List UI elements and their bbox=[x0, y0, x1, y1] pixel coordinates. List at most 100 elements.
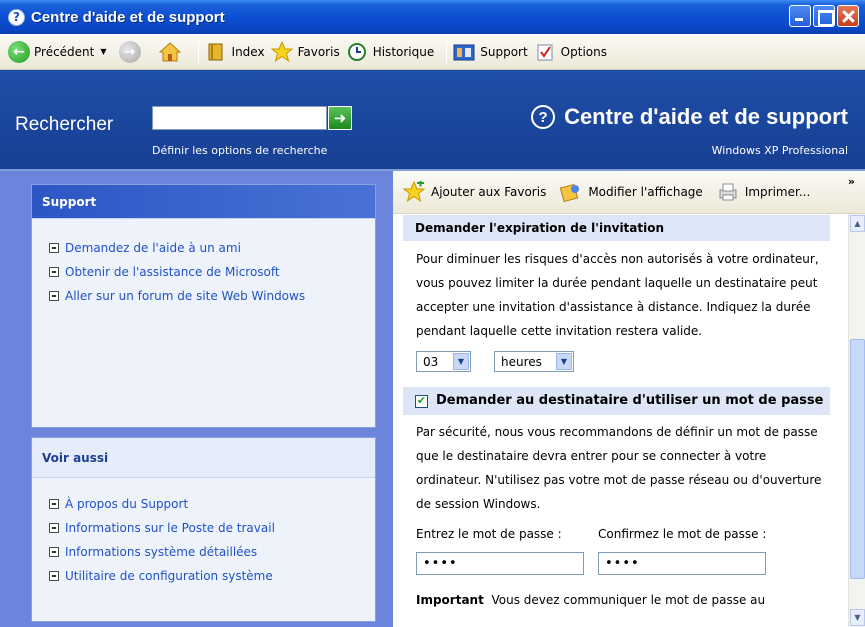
vertical-scrollbar[interactable]: ▲ ▼ bbox=[848, 214, 865, 627]
enter-password-label: Entrez le mot de passe : bbox=[416, 527, 562, 541]
important-label: Important bbox=[416, 593, 484, 607]
see-also-heading: Voir aussi bbox=[32, 438, 375, 478]
options-button[interactable]: Options bbox=[534, 38, 607, 66]
important-note: Important Vous devez communiquer le mot … bbox=[403, 588, 838, 612]
index-button[interactable]: Index bbox=[205, 38, 265, 66]
home-button[interactable] bbox=[158, 38, 186, 66]
forward-button[interactable]: → bbox=[118, 38, 141, 66]
back-arrow-icon: ← bbox=[8, 40, 30, 63]
help-icon: ? bbox=[8, 8, 25, 26]
index-label: Index bbox=[231, 44, 265, 59]
toolbar-overflow-icon[interactable]: » bbox=[848, 175, 855, 188]
password-heading: ✔ Demander au destinataire d'utiliser un… bbox=[403, 387, 830, 415]
history-label: Historique bbox=[372, 44, 435, 59]
chevron-down-icon: ▼ bbox=[453, 353, 469, 370]
star-icon bbox=[270, 40, 293, 63]
password-checkbox[interactable]: ✔ bbox=[415, 394, 428, 408]
book-icon bbox=[205, 41, 227, 63]
expiration-text: Pour diminuer les risques d'accès non au… bbox=[416, 252, 819, 338]
confirm-password-label: Confirmez le mot de passe : bbox=[598, 527, 767, 541]
minimize-button[interactable] bbox=[789, 5, 811, 27]
duration-select[interactable]: 03 ▼ bbox=[416, 351, 471, 372]
link-label: Informations système détaillées bbox=[65, 545, 258, 559]
see-also-link-computer-info[interactable]: Informations sur le Poste de travail bbox=[49, 516, 375, 540]
home-icon bbox=[158, 41, 181, 63]
link-label: Informations sur le Poste de travail bbox=[65, 521, 275, 535]
title-bar: ? Centre d'aide et de support bbox=[0, 0, 865, 34]
link-label: Obtenir de l'assistance de Microsoft bbox=[65, 265, 280, 279]
see-also-link-msconfig[interactable]: Utilitaire de configuration système bbox=[49, 564, 375, 588]
link-label: À propos du Support bbox=[65, 497, 189, 511]
print-button[interactable]: Imprimer... bbox=[717, 181, 810, 203]
password-field[interactable]: •••• bbox=[416, 552, 584, 575]
content-area: Demander l'expiration de l'invitation Po… bbox=[403, 214, 838, 627]
support-box: Support Demandez de l'aide à un ami Obte… bbox=[31, 184, 376, 428]
expiration-heading: Demander l'expiration de l'invitation bbox=[403, 215, 830, 241]
see-also-link-system-info[interactable]: Informations système détaillées bbox=[49, 540, 375, 564]
link-label: Demandez de l'aide à un ami bbox=[65, 241, 241, 255]
bullet-icon bbox=[49, 547, 59, 557]
important-text: Vous devez communiquer le mot de passe a… bbox=[491, 593, 766, 607]
bullet-icon bbox=[49, 291, 59, 301]
page-title-text: Centre d'aide et de support bbox=[564, 104, 848, 129]
scroll-up-icon[interactable]: ▲ bbox=[850, 215, 865, 232]
close-button[interactable] bbox=[837, 5, 859, 27]
change-view-label: Modifier l'affichage bbox=[588, 185, 703, 199]
main-toolbar: ← Précédent ▼ → Index Favoris Historique… bbox=[0, 34, 865, 70]
options-label: Options bbox=[560, 44, 607, 59]
back-label: Précédent bbox=[34, 44, 95, 59]
support-heading: Support bbox=[32, 185, 375, 219]
change-view-button[interactable]: Modifier l'affichage bbox=[560, 181, 703, 203]
history-icon bbox=[346, 41, 368, 63]
password-heading-label: Demander au destinataire d'utiliser un m… bbox=[436, 393, 824, 408]
forward-arrow-icon: → bbox=[118, 40, 141, 63]
bullet-icon bbox=[49, 523, 59, 533]
support-link-microsoft[interactable]: Obtenir de l'assistance de Microsoft bbox=[49, 260, 375, 284]
chevron-down-icon: ▼ bbox=[556, 353, 572, 370]
link-label: Aller sur un forum de site Web Windows bbox=[65, 289, 306, 303]
favorites-button[interactable]: Favoris bbox=[270, 38, 340, 66]
back-button[interactable]: ← Précédent ▼ bbox=[8, 38, 113, 66]
scroll-thumb[interactable] bbox=[850, 339, 865, 579]
support-link-ask-friend[interactable]: Demandez de l'aide à un ami bbox=[49, 236, 375, 260]
search-header: Rechercher ➜ Définir les options de rech… bbox=[0, 70, 865, 171]
see-also-link-about[interactable]: À propos du Support bbox=[49, 492, 375, 516]
add-favorite-icon bbox=[403, 181, 425, 203]
search-go-button[interactable]: ➜ bbox=[328, 106, 352, 130]
confirm-password-field[interactable]: •••• bbox=[598, 552, 766, 575]
link-label: Utilitaire de configuration système bbox=[65, 569, 273, 583]
right-panel: Ajouter aux Favoris Modifier l'affichage… bbox=[393, 171, 865, 627]
print-label: Imprimer... bbox=[744, 185, 811, 199]
window-title: Centre d'aide et de support bbox=[31, 8, 225, 26]
add-favorites-button[interactable]: Ajouter aux Favoris bbox=[403, 181, 546, 203]
search-label: Rechercher bbox=[15, 114, 114, 135]
search-options-link[interactable]: Définir les options de recherche bbox=[152, 144, 327, 157]
bullet-icon bbox=[49, 243, 59, 253]
bullet-icon bbox=[49, 499, 59, 509]
content-toolbar: Ajouter aux Favoris Modifier l'affichage… bbox=[393, 171, 865, 214]
back-dropdown-icon[interactable]: ▼ bbox=[100, 47, 106, 56]
unit-value: heures bbox=[501, 354, 542, 369]
support-button[interactable]: Support bbox=[453, 38, 528, 66]
change-view-icon bbox=[560, 181, 582, 203]
see-also-box: Voir aussi À propos du Support Informati… bbox=[31, 437, 376, 622]
add-favorites-label: Ajouter aux Favoris bbox=[431, 185, 547, 199]
bullet-icon bbox=[49, 267, 59, 277]
options-icon bbox=[534, 41, 556, 63]
bullet-icon bbox=[49, 571, 59, 581]
scroll-down-icon[interactable]: ▼ bbox=[850, 609, 865, 626]
support-link-forum[interactable]: Aller sur un forum de site Web Windows bbox=[49, 284, 375, 308]
support-icon bbox=[453, 41, 475, 63]
favorites-label: Favoris bbox=[297, 44, 340, 59]
maximize-button[interactable] bbox=[813, 5, 835, 27]
support-label: Support bbox=[480, 44, 528, 59]
left-panel: Support Demandez de l'aide à un ami Obte… bbox=[0, 171, 393, 627]
unit-select[interactable]: heures ▼ bbox=[494, 351, 574, 372]
history-button[interactable]: Historique bbox=[346, 38, 435, 66]
duration-value: 03 bbox=[423, 354, 439, 369]
edition-label: Windows XP Professional bbox=[711, 144, 848, 157]
search-input[interactable] bbox=[152, 106, 327, 130]
printer-icon bbox=[717, 181, 739, 203]
password-text: Par sécurité, nous vous recommandons de … bbox=[416, 425, 822, 511]
page-title: ? Centre d'aide et de support bbox=[531, 104, 848, 130]
